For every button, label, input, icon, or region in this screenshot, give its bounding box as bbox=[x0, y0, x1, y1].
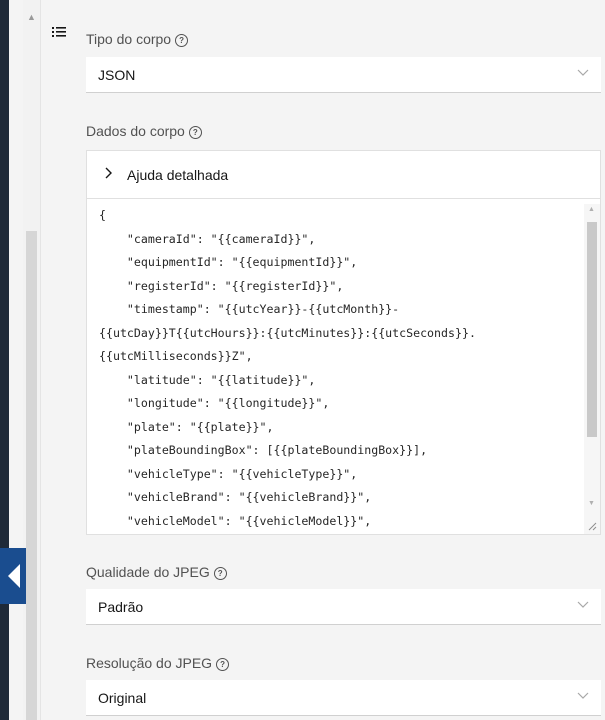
resize-grip-icon[interactable] bbox=[588, 522, 597, 531]
chevron-down-icon bbox=[577, 601, 589, 608]
jpeg-resolution-value: Original bbox=[98, 690, 147, 706]
jpeg-quality-select[interactable]: Padrão bbox=[86, 589, 601, 625]
jpeg-resolution-label-text: Resolução do JPEG bbox=[86, 655, 213, 671]
jpeg-quality-label: Qualidade do JPEG? bbox=[86, 564, 227, 580]
jpeg-quality-label-text: Qualidade do JPEG bbox=[86, 564, 210, 580]
body-data-editor: Ajuda detalhada { "cameraId": "{{cameraI… bbox=[86, 150, 601, 535]
chevron-down-icon bbox=[577, 692, 589, 699]
body-type-label-text: Tipo do corpo bbox=[86, 31, 172, 47]
body-type-value: JSON bbox=[98, 67, 136, 83]
help-icon[interactable]: ? bbox=[175, 34, 189, 47]
help-icon[interactable]: ? bbox=[213, 567, 227, 580]
panel-scroll-thumb[interactable] bbox=[26, 231, 37, 720]
list-icon[interactable] bbox=[52, 25, 66, 43]
body-data-label-text: Dados do corpo bbox=[86, 123, 185, 139]
chevron-left-icon bbox=[8, 564, 20, 588]
jpeg-resolution-label: Resolução do JPEG? bbox=[86, 655, 230, 671]
body-type-select[interactable]: JSON bbox=[86, 57, 601, 93]
scroll-up-arrow-icon[interactable]: ▲ bbox=[27, 12, 36, 22]
code-scroll-thumb[interactable] bbox=[587, 222, 597, 437]
code-scroll-up-icon[interactable]: ▲ bbox=[588, 206, 595, 213]
chevron-right-icon bbox=[105, 167, 112, 179]
detailed-help-label: Ajuda detalhada bbox=[127, 167, 229, 183]
collapse-panel-button[interactable] bbox=[0, 548, 26, 604]
jpeg-quality-value: Padrão bbox=[98, 599, 144, 615]
jpeg-resolution-select[interactable]: Original bbox=[86, 680, 601, 716]
code-scroll-down-icon[interactable]: ▼ bbox=[588, 500, 595, 507]
left-nav-rail bbox=[0, 0, 9, 720]
code-scrollbar[interactable]: ▲ ▼ bbox=[584, 204, 600, 534]
body-json-textarea[interactable]: { "cameraId": "{{cameraId}}", "equipment… bbox=[87, 204, 583, 534]
body-data-label: Dados do corpo? bbox=[86, 123, 202, 139]
body-type-label: Tipo do corpo? bbox=[86, 31, 189, 47]
body-json-code[interactable]: { "cameraId": "{{cameraId}}", "equipment… bbox=[87, 204, 583, 533]
rail-gap bbox=[9, 0, 23, 720]
chevron-down-icon bbox=[577, 69, 589, 76]
help-icon[interactable]: ? bbox=[216, 658, 230, 671]
detailed-help-toggle[interactable]: Ajuda detalhada bbox=[87, 151, 600, 199]
help-icon[interactable]: ? bbox=[188, 126, 202, 139]
